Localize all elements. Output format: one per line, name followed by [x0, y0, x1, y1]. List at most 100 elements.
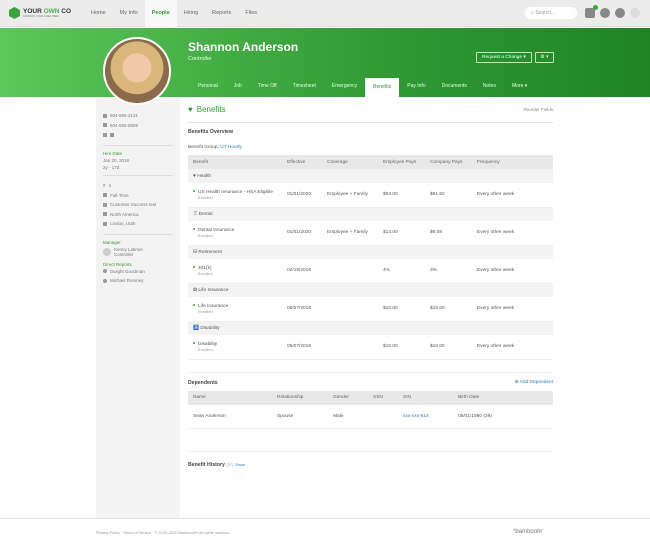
user-avatar[interactable]	[630, 8, 640, 18]
benefit-row[interactable]: Disability Enrolled 05/07/2018 $10.00 $10…	[188, 335, 553, 360]
logo-hex-icon	[9, 7, 20, 19]
manager[interactable]: Kenny Latimer Controller	[103, 245, 173, 259]
benefit-effective: 05/07/2018	[282, 335, 322, 360]
nav-reports[interactable]: Reports	[205, 0, 238, 27]
footer-links[interactable]: Privacy Policy · Terms of Service · © 20…	[96, 531, 230, 535]
manager-title: Controller	[114, 251, 134, 257]
logo-subtext: COMPANY LOGO GOES HERE	[23, 15, 59, 18]
work-phone[interactable]: 604-555-3131	[110, 113, 138, 118]
settings-gear-icon[interactable]	[615, 8, 625, 18]
company-logo[interactable]: YOUR OWN CO COMPANY LOGO GOES HERE	[9, 7, 71, 19]
add-dependent-button[interactable]: ⊕ Add Dependent	[515, 380, 553, 385]
mobile-icon	[103, 123, 107, 128]
benefits-content: ♥ Benefits Reorder Fields Benefits Overvie…	[188, 97, 553, 468]
nav-my-info[interactable]: My Info	[113, 0, 145, 27]
nav-files[interactable]: Files	[238, 0, 264, 27]
request-change-button[interactable]: Request a Change ▾	[476, 52, 532, 63]
location-icon	[103, 221, 107, 226]
linkedin-icon[interactable]	[110, 132, 114, 137]
benefit-status: Enrolled	[198, 232, 213, 238]
dependent-row[interactable]: Sean Anderson Spouse Male xxx-xxx-514 05…	[188, 404, 553, 429]
benefit-company-pays: $9.08	[425, 221, 472, 246]
col-birth-date: Birth Date	[453, 390, 553, 405]
category-icon: ✿	[193, 287, 198, 293]
benefit-status: Enrolled	[198, 270, 213, 276]
benefit-status: Enrolled	[198, 308, 213, 314]
tab-pay-info[interactable]: Pay Info	[399, 78, 433, 97]
benefit-status: Enrolled	[198, 194, 213, 200]
search-input[interactable]: ⌕ Search...	[525, 7, 577, 19]
dependent-gender: Male	[328, 404, 368, 429]
category-name: Retirement	[198, 249, 222, 255]
benefit-coverage: Employee + Family	[322, 221, 378, 246]
profile-tabs: Personal Job Time Off Timesheet Emergenc…	[190, 78, 535, 97]
profile-sidebar: 604-555-3131 604-555-6808 Hire Date Jan …	[96, 97, 180, 518]
tab-documents[interactable]: Documents	[434, 78, 475, 97]
nav-home[interactable]: Home	[84, 0, 113, 27]
tab-timesheet[interactable]: Timesheet	[285, 78, 324, 97]
benefits-overview-heading: Benefits Overview	[188, 129, 233, 135]
col-effective: Effective	[282, 155, 322, 169]
category-name: Dental	[198, 211, 213, 217]
tab-more[interactable]: More ▾	[504, 78, 535, 97]
benefit-employee-pays: $93.00	[378, 183, 425, 208]
tab-time-off[interactable]: Time Off	[250, 78, 285, 97]
direct-report[interactable]: Michael Romney	[110, 278, 144, 283]
footer: Privacy Policy · Terms of Service · © 20…	[0, 518, 650, 554]
tab-emergency[interactable]: Emergency	[324, 78, 365, 97]
nav-people[interactable]: People	[144, 0, 177, 27]
top-nav-bar: YOUR OWN CO COMPANY LOGO GOES HERE Home M…	[0, 0, 650, 27]
benefit-group-link[interactable]: UT Hourly	[220, 145, 242, 150]
dependent-relationship: Spouse	[272, 404, 328, 429]
col-name: Name	[188, 390, 272, 405]
email-icon[interactable]	[103, 132, 107, 137]
main-nav: Home My Info People Hiring Reports Files	[84, 0, 264, 27]
benefit-coverage	[322, 335, 378, 360]
benefit-row[interactable]: 401(k) Enrolled 02/19/2018 4% 3% Every ot…	[188, 259, 553, 284]
benefit-row[interactable]: US Health Insurance - HSA Eligible Enroll…	[188, 183, 553, 208]
benefit-effective: 02/19/2018	[282, 259, 322, 284]
division-icon	[103, 212, 107, 217]
col-gender: Gender	[328, 390, 368, 405]
direct-report[interactable]: Dwight Goodman	[110, 269, 145, 274]
benefit-category-row: ♿ Disability	[188, 321, 553, 335]
benefit-effective: 01/01/2020	[282, 183, 322, 208]
benefit-effective: 01/01/2020	[282, 221, 322, 246]
tab-personal[interactable]: Personal	[190, 78, 226, 97]
tab-benefits[interactable]: Benefits	[365, 78, 400, 97]
benefit-frequency: Every other week	[472, 183, 553, 208]
benefit-company-pays: $10.00	[425, 297, 472, 322]
employee-number: 4	[108, 183, 112, 189]
hash-icon: #	[103, 183, 106, 189]
nav-hiring[interactable]: Hiring	[177, 0, 205, 27]
dependent-sin-link[interactable]: xxx-xxx-514	[403, 414, 429, 419]
benefit-effective: 05/07/2018	[282, 297, 322, 322]
settings-dropdown-button[interactable]: ⚙ ▾	[535, 52, 554, 63]
help-icon[interactable]	[600, 8, 610, 18]
category-icon: ♖	[193, 211, 198, 217]
inbox-icon[interactable]	[585, 5, 598, 18]
category-icon: ♥	[193, 173, 196, 179]
mobile-phone[interactable]: 604-555-6808	[110, 123, 138, 128]
col-benefit: Benefit	[188, 155, 282, 169]
benefit-coverage	[322, 259, 378, 284]
enrolled-dot-icon	[193, 190, 195, 193]
col-sin: SIN	[398, 390, 453, 405]
search-placeholder: Search...	[535, 10, 556, 16]
reorder-fields-link[interactable]: Reorder Fields	[523, 107, 553, 112]
category-name: Disability	[200, 325, 220, 331]
benefit-company-pays: 3%	[425, 259, 472, 284]
category-icon: ⛁	[193, 249, 198, 255]
tab-job[interactable]: Job	[226, 78, 250, 97]
tab-notes[interactable]: Notes	[475, 78, 504, 97]
benefit-row[interactable]: Life Insurance Enrolled 05/07/2018 $10.00…	[188, 297, 553, 322]
col-employee-pays: Employee Pays	[378, 155, 425, 169]
benefit-coverage	[322, 297, 378, 322]
dependent-birth-date: 05/01/1990 (29)	[453, 404, 553, 429]
show-history-link[interactable]: Show	[235, 462, 245, 467]
section-title: Benefits	[196, 105, 226, 114]
employee-name: Shannon Anderson	[188, 40, 299, 54]
dependent-ssn	[368, 404, 398, 429]
benefit-company-pays: $10.00	[425, 335, 472, 360]
benefit-row[interactable]: Dental Insurance Enrolled 01/01/2020 Empl…	[188, 221, 553, 246]
